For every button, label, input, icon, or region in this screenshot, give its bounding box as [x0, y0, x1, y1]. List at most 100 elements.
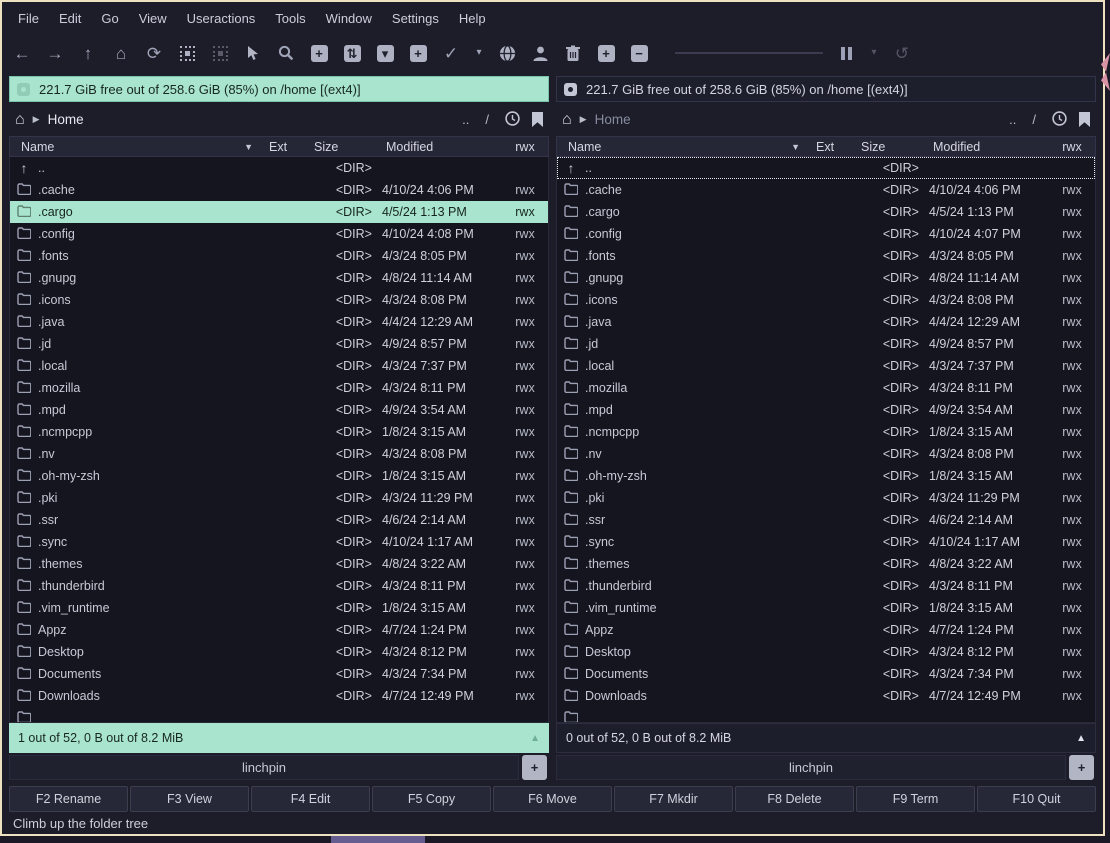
column-size[interactable]: Size — [306, 140, 374, 154]
search-icon[interactable] — [276, 43, 296, 63]
menu-file[interactable]: File — [8, 7, 49, 30]
column-rwx[interactable]: rwx — [1049, 140, 1095, 154]
extract-files-icon[interactable]: + — [408, 43, 428, 63]
file-row[interactable]: .local<DIR>4/3/24 7:37 PMrwx — [10, 355, 548, 377]
file-row[interactable]: .oh-my-zsh<DIR>1/8/24 3:15 AMrwx — [10, 465, 548, 487]
undo-icon[interactable]: ↺ — [892, 43, 912, 63]
fkey-f3-button[interactable]: F3 View — [130, 786, 249, 812]
forward-icon[interactable]: → — [45, 43, 65, 63]
file-row[interactable]: .sync<DIR>4/10/24 1:17 AMrwx — [10, 531, 548, 553]
file-row[interactable]: .thunderbird<DIR>4/3/24 8:11 PMrwx — [557, 575, 1095, 597]
check-icon[interactable]: ✓ — [441, 43, 461, 63]
collapse-icon[interactable]: ▲ — [1076, 733, 1086, 744]
check-dropdown-icon[interactable]: ▾ — [474, 43, 484, 63]
file-row[interactable]: .config<DIR>4/10/24 4:08 PMrwx — [10, 223, 548, 245]
pointer-icon[interactable] — [243, 43, 263, 63]
file-row[interactable]: Downloads<DIR>4/7/24 12:49 PMrwx — [10, 685, 548, 707]
network-icon[interactable] — [497, 43, 517, 63]
fkey-f9-button[interactable]: F9 Term — [856, 786, 975, 812]
file-row[interactable]: Documents<DIR>4/3/24 7:34 PMrwx — [557, 663, 1095, 685]
file-row[interactable]: .gnupg<DIR>4/8/24 11:14 AMrwx — [557, 267, 1095, 289]
file-row[interactable]: .themes<DIR>4/8/24 3:22 AMrwx — [10, 553, 548, 575]
home-icon[interactable]: ⌂ — [111, 43, 131, 63]
column-name[interactable]: Name▼ — [557, 140, 808, 154]
collapse-icon[interactable]: ▲ — [530, 733, 540, 744]
file-row[interactable]: .ssr<DIR>4/6/24 2:14 AMrwx — [557, 509, 1095, 531]
file-row[interactable]: .java<DIR>4/4/24 12:29 AMrwx — [10, 311, 548, 333]
back-icon[interactable]: ← — [12, 43, 32, 63]
home-icon[interactable]: ⌂ — [562, 111, 572, 129]
tab-linchpin[interactable]: linchpin — [556, 755, 1066, 780]
menu-window[interactable]: Window — [316, 7, 382, 30]
fkey-f4-button[interactable]: F4 Edit — [251, 786, 370, 812]
menu-settings[interactable]: Settings — [382, 7, 449, 30]
fkey-f5-button[interactable]: F5 Copy — [372, 786, 491, 812]
history-clock-icon[interactable] — [501, 111, 524, 129]
file-row[interactable]: .vim_runtime<DIR>1/8/24 3:15 AMrwx — [557, 597, 1095, 619]
file-row[interactable]: .ncmpcpp<DIR>1/8/24 3:15 AMrwx — [557, 421, 1095, 443]
file-row[interactable]: .cache<DIR>4/10/24 4:06 PMrwx — [557, 179, 1095, 201]
file-row[interactable]: .nv<DIR>4/3/24 8:08 PMrwx — [10, 443, 548, 465]
file-row[interactable]: .config<DIR>4/10/24 4:07 PMrwx — [557, 223, 1095, 245]
fkey-f7-button[interactable]: F7 Mkdir — [614, 786, 733, 812]
file-row[interactable]: Desktop<DIR>4/3/24 8:12 PMrwx — [557, 641, 1095, 663]
new-tab-icon[interactable]: + — [1069, 755, 1094, 780]
fkey-f6-button[interactable]: F6 Move — [493, 786, 612, 812]
swap-panels-icon[interactable]: ⇅ — [342, 43, 362, 63]
menu-view[interactable]: View — [129, 7, 177, 30]
tab-linchpin[interactable]: linchpin — [9, 755, 519, 780]
file-row[interactable]: .icons<DIR>4/3/24 8:08 PMrwx — [10, 289, 548, 311]
file-row[interactable]: .jd<DIR>4/9/24 8:57 PMrwx — [557, 333, 1095, 355]
file-row[interactable]: Desktop<DIR>4/3/24 8:12 PMrwx — [10, 641, 548, 663]
file-row[interactable]: .thunderbird<DIR>4/3/24 8:11 PMrwx — [10, 575, 548, 597]
file-row[interactable]: .jd<DIR>4/9/24 8:57 PMrwx — [10, 333, 548, 355]
file-row[interactable]: .nv<DIR>4/3/24 8:08 PMrwx — [557, 443, 1095, 465]
breadcrumb[interactable]: Home — [595, 112, 631, 127]
bookmark-icon[interactable] — [1079, 112, 1090, 127]
trash-icon[interactable] — [563, 43, 583, 63]
file-list[interactable]: ↑..<DIR>.cache<DIR>4/10/24 4:06 PMrwx.ca… — [9, 157, 549, 723]
file-row[interactable]: .mozilla<DIR>4/3/24 8:11 PMrwx — [10, 377, 548, 399]
file-list[interactable]: ↑..<DIR>.cache<DIR>4/10/24 4:06 PMrwx.ca… — [556, 157, 1096, 723]
taskbar-item[interactable] — [331, 836, 425, 843]
file-row[interactable]: .cargo<DIR>4/5/24 1:13 PMrwx — [10, 201, 548, 223]
new-tab-icon[interactable]: + — [522, 755, 547, 780]
file-row[interactable]: .cache<DIR>4/10/24 4:06 PMrwx — [10, 179, 548, 201]
pause-dropdown-icon[interactable]: ▾ — [869, 43, 879, 63]
menu-help[interactable]: Help — [449, 7, 496, 30]
file-row[interactable] — [557, 707, 1095, 723]
column-ext[interactable]: Ext — [261, 140, 306, 154]
unmark-group-icon[interactable] — [210, 43, 230, 63]
menu-edit[interactable]: Edit — [49, 7, 91, 30]
menu-go[interactable]: Go — [91, 7, 128, 30]
file-row-updir[interactable]: ↑..<DIR> — [557, 157, 1095, 179]
file-row[interactable]: .mpd<DIR>4/9/24 3:54 AMrwx — [557, 399, 1095, 421]
file-row[interactable]: .ncmpcpp<DIR>1/8/24 3:15 AMrwx — [10, 421, 548, 443]
column-ext[interactable]: Ext — [808, 140, 853, 154]
home-icon[interactable]: ⌂ — [15, 111, 25, 129]
remove-icon[interactable]: − — [629, 43, 649, 63]
fkey-f10-button[interactable]: F10 Quit — [977, 786, 1096, 812]
file-row[interactable]: .mozilla<DIR>4/3/24 8:11 PMrwx — [557, 377, 1095, 399]
column-rwx[interactable]: rwx — [502, 140, 548, 154]
updir-button[interactable]: .. — [1005, 112, 1020, 127]
fkey-f2-button[interactable]: F2 Rename — [9, 786, 128, 812]
file-row[interactable]: Downloads<DIR>4/7/24 12:49 PMrwx — [557, 685, 1095, 707]
file-row[interactable]: .local<DIR>4/3/24 7:37 PMrwx — [557, 355, 1095, 377]
file-row[interactable]: .cargo<DIR>4/5/24 1:13 PMrwx — [557, 201, 1095, 223]
file-row[interactable] — [10, 707, 548, 723]
file-row[interactable]: .fonts<DIR>4/3/24 8:05 PMrwx — [557, 245, 1095, 267]
history-clock-icon[interactable] — [1048, 111, 1071, 129]
up-icon[interactable]: ↑ — [78, 43, 98, 63]
refresh-icon[interactable]: ⟳ — [144, 43, 164, 63]
file-row[interactable]: .icons<DIR>4/3/24 8:08 PMrwx — [557, 289, 1095, 311]
updir-button[interactable]: .. — [458, 112, 473, 127]
file-row[interactable]: .mpd<DIR>4/9/24 3:54 AMrwx — [10, 399, 548, 421]
file-row[interactable]: Appz<DIR>4/7/24 1:24 PMrwx — [10, 619, 548, 641]
breadcrumb[interactable]: Home — [48, 112, 84, 127]
file-row[interactable]: .pki<DIR>4/3/24 11:29 PMrwx — [10, 487, 548, 509]
add-icon[interactable]: + — [596, 43, 616, 63]
fkey-f8-button[interactable]: F8 Delete — [735, 786, 854, 812]
file-row[interactable]: .java<DIR>4/4/24 12:29 AMrwx — [557, 311, 1095, 333]
file-row[interactable]: .sync<DIR>4/10/24 1:17 AMrwx — [557, 531, 1095, 553]
